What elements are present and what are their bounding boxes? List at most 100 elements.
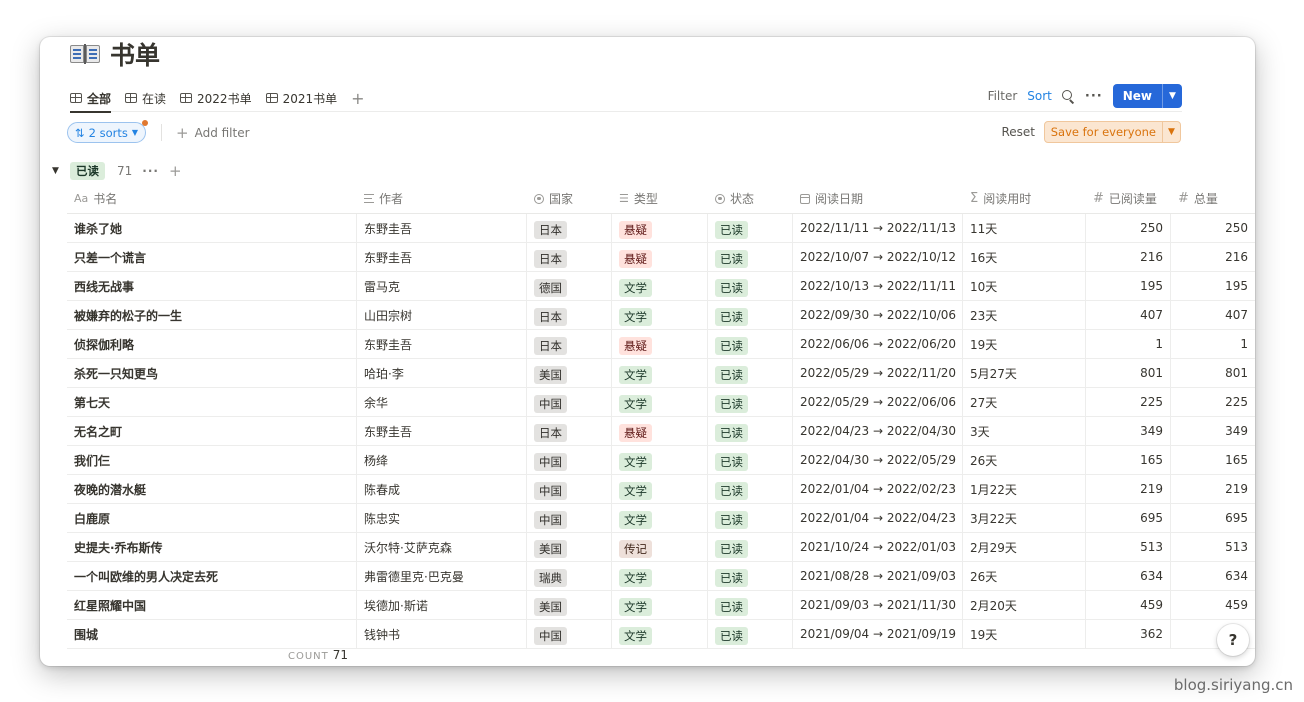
genre-cell[interactable]: 悬疑 — [612, 417, 708, 445]
table-row[interactable]: 西线无战事 雷马克 德国 文学 已读 2022/10/13 → 2022/11/11 10天… — [67, 272, 1255, 301]
author-cell[interactable]: 东野圭吾 — [357, 330, 527, 358]
read-date-cell[interactable]: 2021/10/24 → 2022/01/03 — [793, 533, 963, 561]
more-options-icon[interactable]: ··· — [1085, 89, 1103, 104]
pages-total-cell[interactable]: 225 — [1171, 388, 1255, 416]
table-row[interactable]: 被嫌弃的松子的一生 山田宗树 日本 文学 已读 2022/09/30 → 2022/10/… — [67, 301, 1255, 330]
status-cell[interactable]: 已读 — [708, 359, 793, 387]
table-row[interactable]: 夜晚的潜水艇 陈春成 中国 文学 已读 2022/01/04 → 2022/02/23 1月… — [67, 475, 1255, 504]
duration-cell[interactable]: 23天 — [963, 301, 1086, 329]
author-cell[interactable]: 陈春成 — [357, 475, 527, 503]
genre-cell[interactable]: 文学 — [612, 359, 708, 387]
status-cell[interactable]: 已读 — [708, 417, 793, 445]
author-cell[interactable]: 山田宗树 — [357, 301, 527, 329]
sort-button[interactable]: Sort — [1027, 89, 1052, 103]
read-date-cell[interactable]: 2022/05/29 → 2022/06/06 — [793, 388, 963, 416]
book-title-cell[interactable]: 被嫌弃的松子的一生 — [67, 301, 357, 329]
add-filter-button[interactable]: + Add filter — [176, 124, 250, 142]
duration-cell[interactable]: 3月22天 — [963, 504, 1086, 532]
author-cell[interactable]: 沃尔特·艾萨克森 — [357, 533, 527, 561]
author-cell[interactable]: 东野圭吾 — [357, 417, 527, 445]
tab-2021-list[interactable]: 2021书单 — [265, 85, 337, 112]
book-title-cell[interactable]: 只差一个谎言 — [67, 243, 357, 271]
duration-cell[interactable]: 3天 — [963, 417, 1086, 445]
duration-cell[interactable]: 19天 — [963, 620, 1086, 648]
pages-read-cell[interactable]: 695 — [1086, 504, 1171, 532]
pages-total-cell[interactable]: 349 — [1171, 417, 1255, 445]
collapse-caret-icon[interactable]: ▼ — [52, 166, 70, 176]
read-date-cell[interactable]: 2022/11/11 → 2022/11/13 — [793, 214, 963, 242]
genre-cell[interactable]: 文学 — [612, 591, 708, 619]
table-row[interactable]: 我们仨 杨绛 中国 文学 已读 2022/04/30 → 2022/05/29 26天 165… — [67, 446, 1255, 475]
table-row[interactable]: 一个叫欧维的男人决定去死 弗雷德里克·巴克曼 瑞典 文学 已读 2021/08/28 → … — [67, 562, 1255, 591]
author-cell[interactable]: 雷马克 — [357, 272, 527, 300]
book-title-cell[interactable]: 杀死一只知更鸟 — [67, 359, 357, 387]
column-header-author[interactable]: 作者 — [357, 184, 527, 213]
table-row[interactable]: 第七天 余华 中国 文学 已读 2022/05/29 → 2022/06/06 27天 225… — [67, 388, 1255, 417]
pages-total-cell[interactable]: 216 — [1171, 243, 1255, 271]
pages-read-cell[interactable]: 1 — [1086, 330, 1171, 358]
read-date-cell[interactable]: 2022/09/30 → 2022/10/06 — [793, 301, 963, 329]
country-cell[interactable]: 美国 — [527, 359, 612, 387]
genre-cell[interactable]: 悬疑 — [612, 243, 708, 271]
country-cell[interactable]: 瑞典 — [527, 562, 612, 590]
tab-2022-list[interactable]: 2022书单 — [180, 85, 252, 112]
country-cell[interactable]: 中国 — [527, 388, 612, 416]
book-title-cell[interactable]: 无名之町 — [67, 417, 357, 445]
author-cell[interactable]: 东野圭吾 — [357, 243, 527, 271]
tab-all[interactable]: 全部 — [70, 85, 112, 113]
genre-cell[interactable]: 文学 — [612, 620, 708, 648]
country-cell[interactable]: 中国 — [527, 446, 612, 474]
column-header-status[interactable]: 状态 — [708, 184, 793, 213]
country-cell[interactable]: 中国 — [527, 475, 612, 503]
status-cell[interactable]: 已读 — [708, 446, 793, 474]
status-cell[interactable]: 已读 — [708, 243, 793, 271]
pages-total-cell[interactable]: 513 — [1171, 533, 1255, 561]
search-icon[interactable] — [1061, 89, 1075, 103]
column-header-read[interactable]: # 已阅读量 — [1086, 184, 1171, 213]
duration-cell[interactable]: 26天 — [963, 562, 1086, 590]
genre-cell[interactable]: 文学 — [612, 562, 708, 590]
country-cell[interactable]: 日本 — [527, 301, 612, 329]
status-cell[interactable]: 已读 — [708, 591, 793, 619]
read-date-cell[interactable]: 2022/04/30 → 2022/05/29 — [793, 446, 963, 474]
read-date-cell[interactable]: 2022/01/04 → 2022/02/23 — [793, 475, 963, 503]
duration-cell[interactable]: 5月27天 — [963, 359, 1086, 387]
genre-cell[interactable]: 文学 — [612, 301, 708, 329]
table-row[interactable]: 无名之町 东野圭吾 日本 悬疑 已读 2022/04/23 → 2022/04/30 3天 3… — [67, 417, 1255, 446]
duration-cell[interactable]: 16天 — [963, 243, 1086, 271]
pages-read-cell[interactable]: 250 — [1086, 214, 1171, 242]
pages-read-cell[interactable]: 459 — [1086, 591, 1171, 619]
status-cell[interactable]: 已读 — [708, 388, 793, 416]
pages-total-cell[interactable]: 407 — [1171, 301, 1255, 329]
pages-total-cell[interactable]: 801 — [1171, 359, 1255, 387]
table-row[interactable]: 谁杀了她 东野圭吾 日本 悬疑 已读 2022/11/11 → 2022/11/13 11天… — [67, 214, 1255, 243]
genre-cell[interactable]: 文学 — [612, 475, 708, 503]
pages-total-cell[interactable]: 219 — [1171, 475, 1255, 503]
author-cell[interactable]: 钱钟书 — [357, 620, 527, 648]
country-cell[interactable]: 日本 — [527, 214, 612, 242]
new-button[interactable]: New — [1113, 84, 1162, 108]
pages-total-cell[interactable]: 195 — [1171, 272, 1255, 300]
country-cell[interactable]: 日本 — [527, 330, 612, 358]
pages-read-cell[interactable]: 219 — [1086, 475, 1171, 503]
country-cell[interactable]: 中国 — [527, 504, 612, 532]
table-row[interactable]: 杀死一只知更鸟 哈珀·李 美国 文学 已读 2022/05/29 → 2022/11/20… — [67, 359, 1255, 388]
pages-read-cell[interactable]: 407 — [1086, 301, 1171, 329]
read-date-cell[interactable]: 2021/08/28 → 2021/09/03 — [793, 562, 963, 590]
book-title-cell[interactable]: 一个叫欧维的男人决定去死 — [67, 562, 357, 590]
column-header-title[interactable]: Aa 书名 — [67, 184, 357, 213]
help-button[interactable]: ? — [1217, 624, 1249, 656]
read-date-cell[interactable]: 2022/01/04 → 2022/04/23 — [793, 504, 963, 532]
author-cell[interactable]: 杨绛 — [357, 446, 527, 474]
read-date-cell[interactable]: 2022/10/13 → 2022/11/11 — [793, 272, 963, 300]
chevron-down-icon[interactable]: ▼ — [1162, 122, 1180, 142]
read-date-cell[interactable]: 2021/09/04 → 2021/09/19 — [793, 620, 963, 648]
pages-read-cell[interactable]: 362 — [1086, 620, 1171, 648]
pages-total-cell[interactable]: 250 — [1171, 214, 1255, 242]
genre-cell[interactable]: 文学 — [612, 504, 708, 532]
pages-total-cell[interactable]: 634 — [1171, 562, 1255, 590]
author-cell[interactable]: 东野圭吾 — [357, 214, 527, 242]
pages-read-cell[interactable]: 513 — [1086, 533, 1171, 561]
pages-read-cell[interactable]: 195 — [1086, 272, 1171, 300]
status-cell[interactable]: 已读 — [708, 620, 793, 648]
